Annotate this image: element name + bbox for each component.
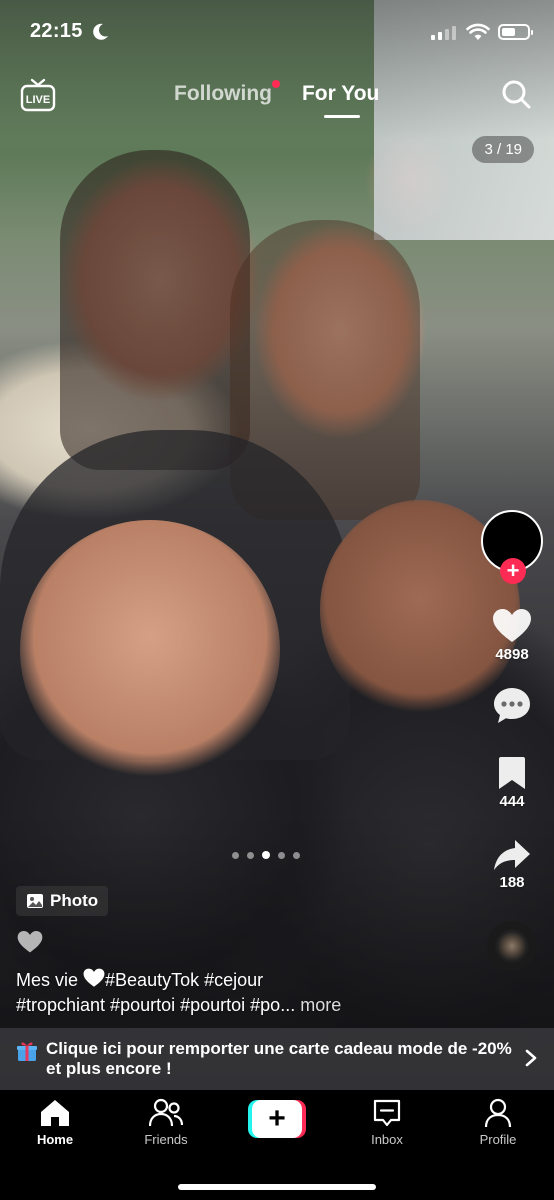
- chevron-right-icon: [525, 1049, 537, 1067]
- photo-region: [20, 520, 280, 780]
- battery-icon: [498, 24, 533, 40]
- caption-like-button[interactable]: [17, 930, 43, 959]
- inbox-icon: [373, 1099, 401, 1127]
- svg-text:LIVE: LIVE: [26, 94, 50, 106]
- photo-badge: Photo: [16, 886, 109, 916]
- tab-following-label: Following: [174, 82, 272, 105]
- nav-inbox-label: Inbox: [371, 1132, 403, 1147]
- notification-dot: [271, 80, 280, 88]
- bookmark-icon: [499, 757, 525, 789]
- share-count: 188: [499, 874, 525, 891]
- nav-friends[interactable]: Friends: [121, 1098, 211, 1147]
- nav-home-label: Home: [36, 1132, 74, 1147]
- carousel-dot: [278, 851, 285, 859]
- save-count: 444: [499, 793, 525, 810]
- status-time: 22:15: [30, 20, 83, 42]
- live-icon: LIVE: [20, 78, 56, 112]
- comment-icon: [494, 688, 530, 723]
- share-button[interactable]: 188: [493, 838, 531, 891]
- live-button[interactable]: LIVE: [20, 78, 56, 112]
- photo-region: [60, 150, 250, 470]
- home-indicator[interactable]: [178, 1184, 376, 1190]
- heart-icon: [493, 609, 531, 642]
- caption-text[interactable]: Mes vie #BeautyTok #cejour #tropchiant #…: [16, 968, 436, 1018]
- feed-tabs: Following For You: [174, 80, 380, 118]
- search-button[interactable]: [500, 78, 532, 110]
- follow-button[interactable]: +: [500, 558, 526, 584]
- caption-more-link[interactable]: more: [295, 995, 341, 1015]
- moon-icon: [93, 23, 108, 40]
- search-icon: [502, 80, 531, 109]
- nav-home[interactable]: Home: [10, 1098, 100, 1147]
- photo-badge-label: Photo: [50, 891, 99, 910]
- action-column: + 4898 444 188: [480, 510, 544, 971]
- tab-for-you-label: For You: [301, 82, 380, 105]
- tab-for-you[interactable]: For You: [301, 82, 380, 118]
- carousel-dot: [247, 851, 254, 859]
- post-photo[interactable]: [0, 0, 554, 1090]
- active-tab-indicator: [323, 115, 360, 118]
- wifi-icon: [466, 23, 490, 40]
- battery-level: [502, 28, 515, 36]
- like-button[interactable]: 4898: [492, 608, 532, 663]
- music-disc[interactable]: [487, 921, 537, 971]
- nav-profile-label: Profile: [479, 1132, 517, 1147]
- save-button[interactable]: 444: [497, 755, 527, 810]
- profile-icon: [484, 1098, 512, 1128]
- gift-icon: [17, 1042, 37, 1061]
- white-heart-emoji-icon: [83, 968, 105, 987]
- caption-hashtags[interactable]: #BeautyTok #cejour: [105, 970, 263, 990]
- nav-inbox[interactable]: Inbox: [342, 1098, 432, 1147]
- carousel-dots: [232, 851, 300, 859]
- nav-profile[interactable]: Profile: [453, 1098, 543, 1147]
- nav-friends-label: Friends: [144, 1132, 188, 1147]
- create-icon: +: [252, 1100, 302, 1138]
- share-icon: [494, 840, 530, 870]
- friends-icon: [149, 1098, 183, 1127]
- photo-counter: 3 / 19: [472, 136, 534, 163]
- image-icon: [27, 894, 43, 908]
- promo-text: Clique ici pour remporter une carte cade…: [46, 1039, 512, 1078]
- promo-banner[interactable]: Clique ici pour remporter une carte cade…: [0, 1028, 554, 1090]
- heart-outline-icon: [17, 930, 43, 953]
- creator-avatar-wrapper: +: [481, 510, 543, 584]
- home-icon: [41, 1100, 69, 1126]
- create-button[interactable]: +: [248, 1100, 306, 1138]
- carousel-dot: [232, 851, 239, 859]
- comment-button[interactable]: [492, 685, 532, 725]
- caption-hashtags-line2[interactable]: #tropchiant #pourtoi #pourtoi #po...: [16, 995, 295, 1015]
- tab-following[interactable]: Following: [174, 80, 280, 106]
- caption-prefix: Mes vie: [16, 970, 84, 990]
- carousel-dot: [262, 851, 270, 859]
- signal-icon: [431, 26, 456, 40]
- status-bar: 22:15: [0, 18, 554, 48]
- carousel-dot: [293, 851, 300, 859]
- top-nav: LIVE Following For You: [0, 78, 554, 118]
- like-count: 4898: [495, 646, 529, 663]
